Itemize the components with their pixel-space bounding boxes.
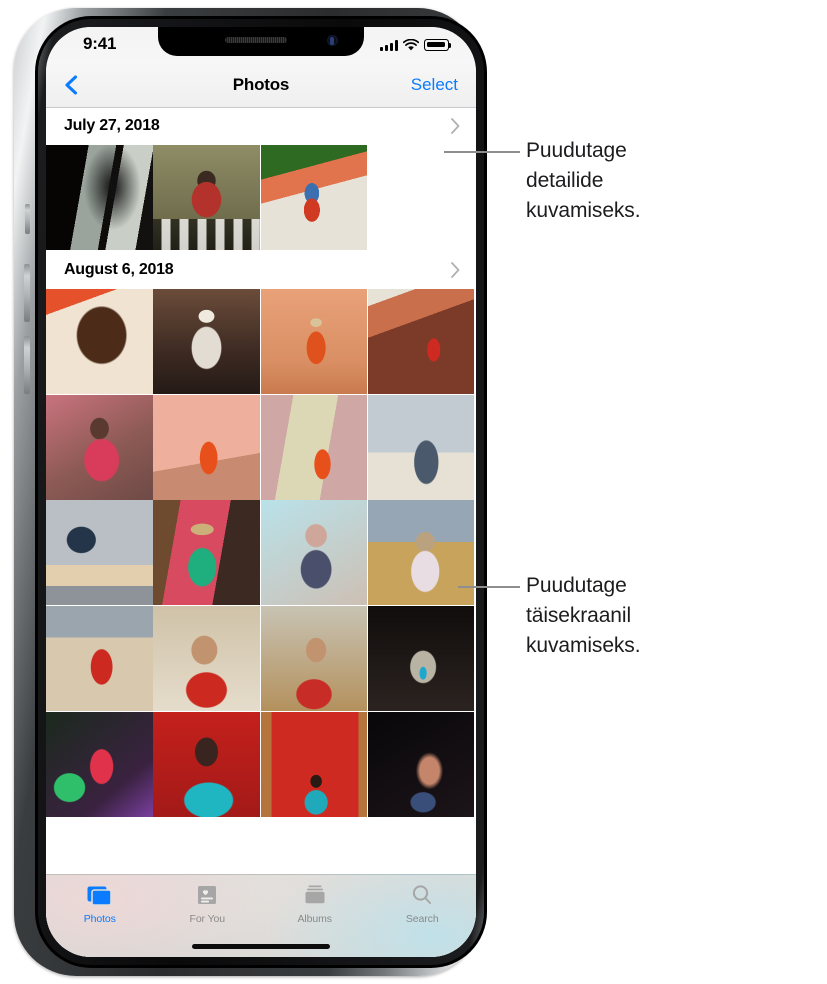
photo-thumbnail[interactable]: [260, 500, 368, 606]
tab-search[interactable]: Search: [369, 883, 477, 925]
photo-thumbnail[interactable]: [153, 288, 260, 394]
albums-stack-icon: [300, 883, 330, 909]
chevron-right-icon[interactable]: [449, 260, 462, 280]
tab-photos[interactable]: Photos: [46, 883, 154, 925]
tab-bar: Photos For You Albums Search: [46, 874, 476, 957]
tab-label: For You: [189, 913, 226, 925]
photo-thumbnail[interactable]: [46, 500, 153, 606]
callout-leader-line-details: [444, 151, 520, 153]
photo-row-empty-space: [367, 145, 476, 251]
section-title: July 27, 2018: [64, 117, 160, 134]
section-header-july[interactable]: July 27, 2018: [46, 107, 476, 145]
tab-albums[interactable]: Albums: [261, 883, 369, 925]
callout-fullscreen: Puudutage täisekraanil kuvamiseks.: [526, 571, 816, 661]
for-you-card-icon: [192, 883, 222, 909]
nav-divider: [46, 106, 476, 108]
section-title: August 6, 2018: [64, 260, 174, 278]
front-camera-icon: [327, 35, 338, 46]
photo-thumbnail[interactable]: [367, 500, 475, 606]
photo-row: [46, 711, 476, 818]
notch: [158, 27, 364, 56]
photo-thumbnail[interactable]: [153, 145, 260, 250]
battery-full-icon: [424, 39, 452, 51]
photo-thumbnail[interactable]: [367, 288, 475, 394]
photo-thumbnail[interactable]: [153, 606, 260, 712]
photo-row: [46, 606, 476, 712]
callout-fullscreen-line2: täisekraanil: [526, 604, 632, 627]
wifi-icon: [403, 39, 419, 51]
photo-thumbnail[interactable]: [367, 711, 475, 817]
silent-switch-button[interactable]: [25, 204, 30, 234]
tab-label: Photos: [83, 913, 116, 925]
tab-label: Albums: [297, 913, 333, 925]
signal-bars-icon: [380, 40, 398, 51]
photos-content[interactable]: July 27, 2018 August 6, 2018: [46, 107, 476, 957]
phone-frame: 9:41 Photos Select July 27, 2018 August …: [14, 8, 487, 976]
callout-fullscreen-line1: Puudutage: [526, 574, 627, 597]
navigation-bar: Photos Select: [46, 63, 476, 107]
callout-leader-line-fullscreen: [458, 586, 520, 588]
photo-thumbnail[interactable]: [153, 711, 260, 817]
select-button[interactable]: Select: [411, 75, 458, 95]
callout-details-line2: detailide: [526, 169, 604, 192]
callout-details-line3: kuvamiseks.: [526, 199, 641, 222]
photo-thumbnail[interactable]: [260, 711, 368, 817]
volume-down-button[interactable]: [24, 336, 30, 394]
photo-row: [46, 288, 476, 395]
photo-thumbnail[interactable]: [367, 606, 475, 712]
home-indicator[interactable]: [192, 944, 330, 949]
photo-thumbnail[interactable]: [260, 145, 368, 250]
photo-thumbnail[interactable]: [46, 606, 153, 712]
tab-label: Search: [405, 913, 439, 925]
callout-fullscreen-line3: kuvamiseks.: [526, 634, 641, 657]
photo-row: [46, 145, 476, 251]
section-header-august[interactable]: August 6, 2018: [46, 250, 476, 289]
photo-thumbnail[interactable]: [260, 288, 368, 394]
volume-up-button[interactable]: [24, 264, 30, 322]
status-time: 9:41: [83, 34, 117, 53]
photos-stack-icon: [85, 883, 115, 909]
photo-thumbnail[interactable]: [46, 394, 153, 500]
photo-thumbnail[interactable]: [260, 606, 368, 712]
photo-row: [46, 394, 476, 501]
photo-thumbnail[interactable]: [46, 711, 153, 817]
search-magnifier-icon: [407, 883, 437, 909]
chevron-right-icon[interactable]: [449, 116, 462, 136]
photo-row: [46, 500, 476, 606]
earpiece-speaker-icon: [225, 37, 288, 43]
phone-screen: 9:41 Photos Select July 27, 2018 August …: [46, 27, 476, 957]
photo-thumbnail[interactable]: [367, 394, 475, 500]
callout-details-line1: Puudutage: [526, 139, 627, 162]
photo-thumbnail[interactable]: [46, 288, 153, 394]
photo-thumbnail[interactable]: [153, 500, 260, 606]
tab-for-you[interactable]: For You: [154, 883, 262, 925]
callout-details: Puudutage detailide kuvamiseks.: [526, 136, 806, 226]
photo-thumbnail[interactable]: [153, 394, 260, 500]
status-indicators: [380, 36, 452, 51]
photo-thumbnail[interactable]: [260, 394, 368, 500]
photo-thumbnail[interactable]: [46, 145, 153, 250]
screenshot-root: 9:41 Photos Select July 27, 2018 August …: [0, 0, 827, 984]
